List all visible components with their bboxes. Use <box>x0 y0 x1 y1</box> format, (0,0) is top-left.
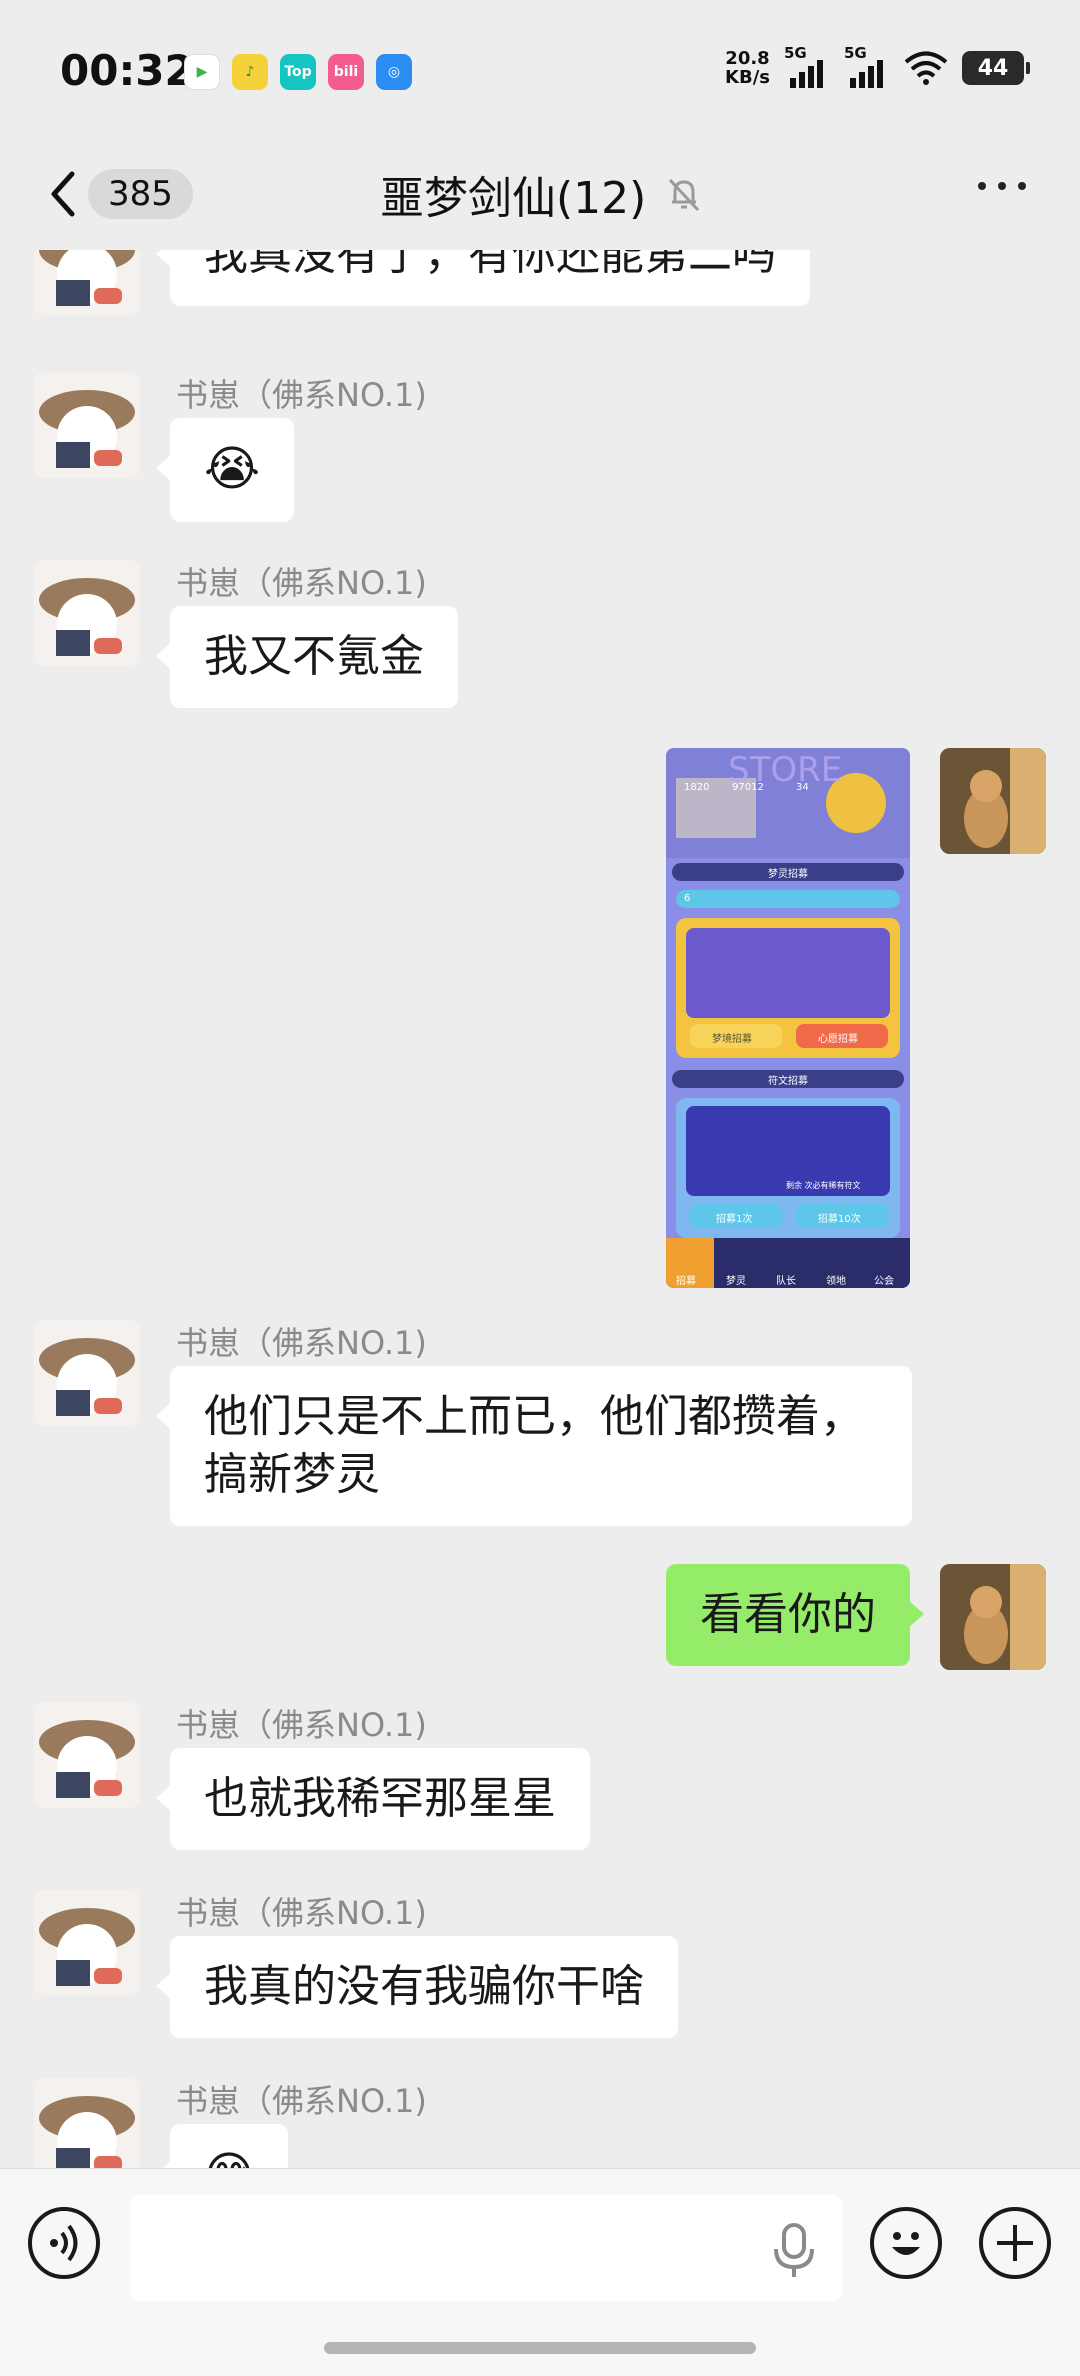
section-title: 梦灵招募 <box>768 869 808 880</box>
game-store-screenshot[interactable]: STORE 1820 97012 34 梦灵招募 6 梦境招募 心愿招募 符文招… <box>666 748 910 1288</box>
sender-name: 书崽（佛系NO.1) <box>176 1706 427 1744</box>
message-list[interactable]: 我真没有了，有你还能第二吗 书崽（佛系NO.1) 😭 书崽（佛系NO.1) 我又… <box>0 250 1080 2168</box>
top-app-icon: Top <box>280 54 316 90</box>
chat-title-area[interactable]: 噩梦剑仙(12) <box>380 162 704 226</box>
tab-label: 招募 <box>676 1276 696 1287</box>
microphone-icon[interactable] <box>770 2221 818 2281</box>
voice-wave-icon <box>50 2224 78 2262</box>
tab-label: 领地 <box>826 1276 846 1287</box>
tab-label: 队长 <box>776 1276 796 1287</box>
unread-count-badge[interactable]: 385 <box>88 169 193 219</box>
wifi-icon <box>904 51 948 85</box>
network-speed-value: 20.8 <box>725 48 770 69</box>
user-avatar[interactable] <box>34 1890 140 1996</box>
sender-name: 书崽（佛系NO.1) <box>176 1324 427 1362</box>
message-bubble[interactable]: 😭 <box>155 418 295 522</box>
stat-value: 1820 <box>684 782 710 793</box>
message-bubble[interactable]: 我又不氪金 <box>156 606 458 708</box>
crying-laughing-emoji: 😭 <box>204 441 261 497</box>
stat-value: 34 <box>796 782 809 793</box>
sender-name: 书崽（佛系NO.1) <box>176 1894 427 1932</box>
mute-bell-icon <box>669 178 700 212</box>
status-indicators: 20.8 KB/s 5G 5G 44 <box>725 44 1030 88</box>
chat-title: 噩梦剑仙(12) <box>380 173 647 224</box>
video-app-icon: ▶ <box>184 54 220 90</box>
user-avatar[interactable] <box>34 560 140 666</box>
more-options-icon[interactable] <box>978 182 1026 190</box>
section-title: 符文招募 <box>768 1076 808 1087</box>
message-input[interactable] <box>130 2195 842 2301</box>
emoji-button[interactable] <box>870 2207 942 2279</box>
rune-caption: 剩余 次必有稀有符文 <box>786 1181 861 1190</box>
tab-label: 公会 <box>874 1276 894 1287</box>
status-bar: 00:32 ▶ ♪ Top bili ◎ 20.8 KB/s 5G 5G 44 <box>0 0 1080 140</box>
message-bubble[interactable]: 他们只是不上而已，他们都攒着， 搞新梦灵 <box>156 1366 912 1526</box>
message-bubble[interactable]: 😅 <box>155 2124 289 2168</box>
more-functions-button[interactable] <box>979 2207 1051 2279</box>
home-indicator[interactable] <box>324 2342 756 2354</box>
message-text-line: 他们只是不上而已，他们都攒着， <box>204 1391 864 1442</box>
message-bubble[interactable]: 看看你的 <box>666 1564 924 1666</box>
recruit-ten-button: 招募10次 <box>818 1214 861 1225</box>
back-arrow-icon[interactable] <box>44 168 84 220</box>
user-avatar[interactable] <box>34 1320 140 1426</box>
stat-value: 97012 <box>732 782 764 793</box>
status-time: 00:32 <box>60 46 194 95</box>
recruit-once-button: 招募1次 <box>716 1214 753 1225</box>
level-label: 6 <box>684 893 691 904</box>
bilibili-app-icon: bili <box>328 54 364 90</box>
smiley-icon <box>892 2232 920 2255</box>
network-speed-unit: KB/s <box>725 67 770 88</box>
message-bubble[interactable]: 我真没有了，有你还能第二吗 <box>156 250 810 306</box>
user-avatar[interactable] <box>34 2078 140 2168</box>
network-speed: 20.8 KB/s <box>725 49 770 87</box>
signal-icon-2: 5G <box>844 44 890 88</box>
user-avatar[interactable] <box>34 372 140 478</box>
browser-app-icon: ◎ <box>376 54 412 90</box>
signal-icon: 5G <box>784 44 830 88</box>
message-bubble[interactable]: 也就我稀罕那星星 <box>156 1748 590 1850</box>
user-avatar[interactable] <box>34 1702 140 1808</box>
user-avatar[interactable] <box>34 250 140 316</box>
chat-header: 385 噩梦剑仙(12) <box>0 140 1080 250</box>
music-app-icon: ♪ <box>232 54 268 90</box>
message-bubble[interactable]: 我真的没有我骗你干啥 <box>156 1936 678 2038</box>
sweat-smile-emoji: 😅 <box>204 2147 254 2168</box>
status-app-icons: ▶ ♪ Top bili ◎ <box>184 54 412 90</box>
sender-name: 书崽（佛系NO.1) <box>176 376 427 414</box>
sender-name: 书崽（佛系NO.1) <box>176 564 427 602</box>
battery-icon: 44 <box>962 51 1030 85</box>
voice-toggle-button[interactable] <box>28 2207 100 2279</box>
sender-name: 书崽（佛系NO.1) <box>176 2082 427 2120</box>
my-avatar[interactable] <box>940 1564 1046 1670</box>
my-avatar[interactable] <box>940 748 1046 854</box>
dream-recruit-button: 梦境招募 <box>712 1034 752 1045</box>
tab-label: 梦灵 <box>726 1276 746 1287</box>
message-text-line: 搞新梦灵 <box>204 1449 380 1500</box>
plus-icon <box>997 2225 1033 2261</box>
wish-recruit-button: 心愿招募 <box>818 1034 858 1045</box>
